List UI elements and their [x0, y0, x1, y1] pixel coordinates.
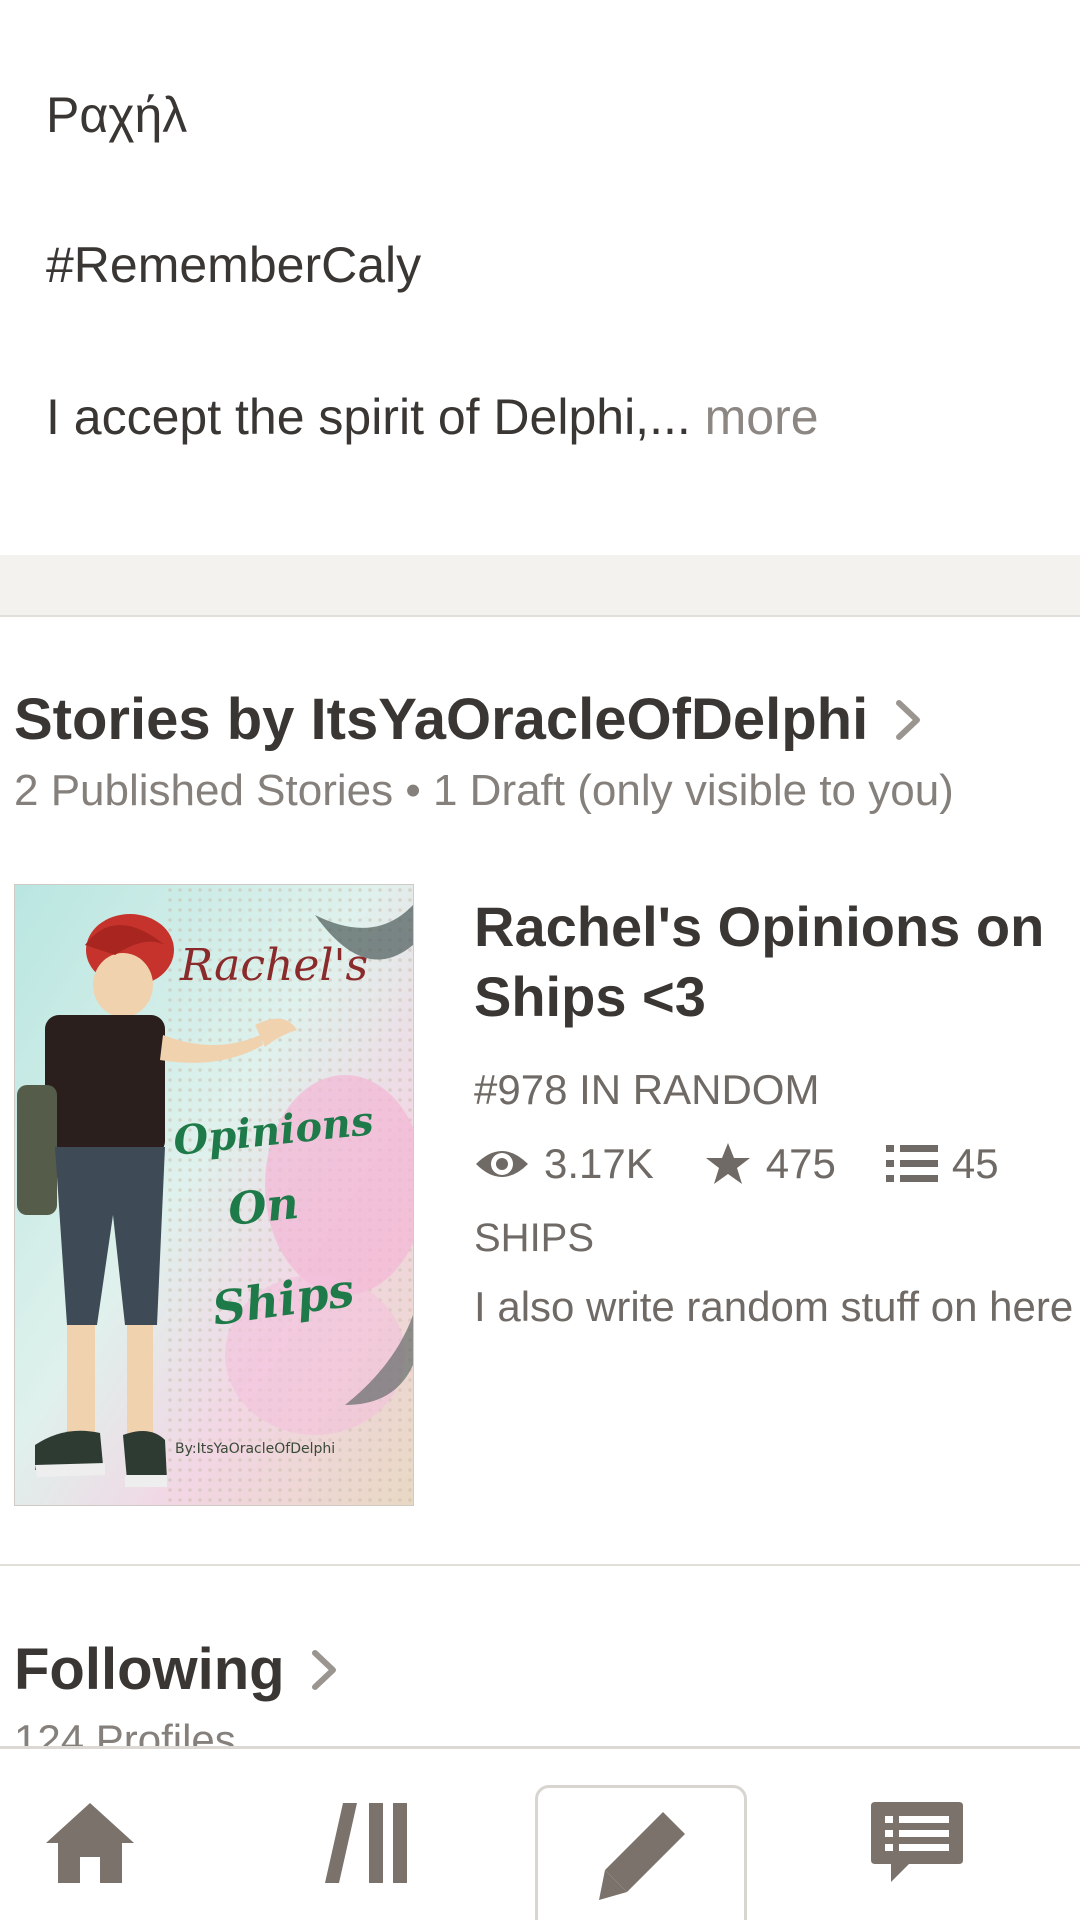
bottom-nav: [0, 1746, 1080, 1920]
library-icon: [325, 1803, 407, 1883]
story-info: Rachel's Opinions on Ships <3 #978 IN RA…: [474, 892, 1080, 1331]
parts-stat: 45: [885, 1140, 999, 1188]
votes-count: 475: [765, 1140, 836, 1187]
story-cover[interactable]: Rachel's Opinions On Ships By:ItsYaOracl…: [14, 884, 414, 1506]
votes-stat: 475: [704, 1140, 836, 1188]
pencil-icon: [599, 1812, 685, 1900]
eye-icon: [476, 1151, 528, 1177]
more-link[interactable]: more: [691, 389, 819, 445]
stories-title: Stories by ItsYaOracleOfDelphi: [14, 687, 869, 752]
following-header[interactable]: Following: [14, 1636, 341, 1703]
reads-count: 3.17K: [544, 1140, 654, 1187]
story-rank: #978 IN RANDOM: [474, 1066, 820, 1113]
stories-header[interactable]: Stories by ItsYaOracleOfDelphi: [14, 686, 925, 753]
nav-library-button[interactable]: [306, 1783, 426, 1903]
section-separator: [0, 555, 1080, 617]
messages-icon: [871, 1802, 963, 1882]
story-tag[interactable]: SHIPS: [474, 1216, 1080, 1261]
story-stats: 3.17K 475 45: [474, 1140, 1080, 1188]
home-icon: [46, 1803, 134, 1883]
chevron-right-icon: [895, 699, 920, 740]
star-icon: [705, 1143, 750, 1184]
bio-preview-text: I accept the spirit of Delphi,...: [46, 389, 691, 445]
cover-title-word3: On: [226, 1178, 301, 1236]
story-title[interactable]: Rachel's Opinions on Ships <3: [474, 892, 1080, 1032]
nav-write-button[interactable]: [535, 1785, 747, 1920]
parts-count: 45: [951, 1140, 999, 1187]
cover-art: Rachel's Opinions On Ships By:ItsYaOracl…: [15, 885, 413, 1505]
about-section: Ραχήλ #RememberCaly I accept the spirit …: [0, 0, 1080, 555]
nav-messages-button[interactable]: [857, 1783, 977, 1903]
section-divider: [0, 1564, 1080, 1566]
cover-title-word1: Rachel's: [179, 940, 368, 991]
profile-name-line: Ραχήλ: [46, 87, 188, 143]
profile-bio: I accept the spirit of Delphi,... more: [46, 388, 819, 446]
profile-page: Ραχήλ #RememberCaly I accept the spirit …: [0, 0, 1080, 1920]
profile-hashtag-line: #RememberCaly: [46, 237, 422, 293]
following-title: Following: [14, 1637, 285, 1702]
cover-byline: By:ItsYaOracleOfDelphi: [175, 1441, 335, 1457]
reads-stat: 3.17K: [474, 1140, 654, 1188]
stories-subtitle: 2 Published Stories • 1 Draft (only visi…: [14, 766, 954, 815]
nav-home-button[interactable]: [30, 1783, 150, 1903]
chevron-right-icon: [312, 1649, 337, 1690]
story-description: I also write random stuff on here: [474, 1283, 1074, 1330]
list-icon: [885, 1145, 938, 1182]
